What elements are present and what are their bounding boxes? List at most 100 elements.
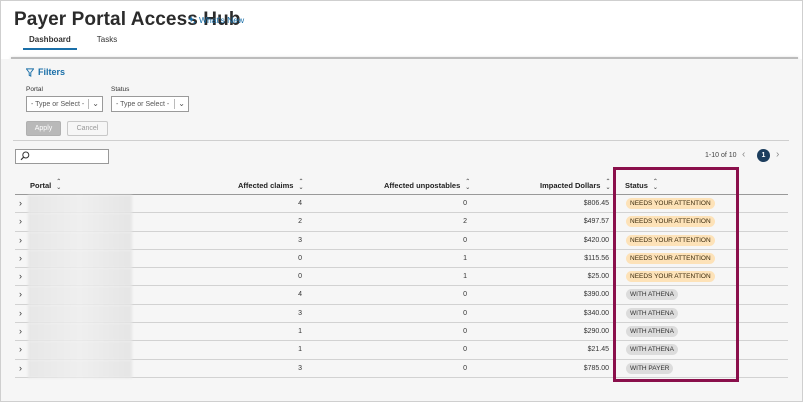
impacted-dollars-cell: $25.00 xyxy=(587,273,609,281)
cancel-button[interactable]: Cancel xyxy=(67,121,108,136)
search-input[interactable] xyxy=(15,149,109,164)
redacted-portal-name xyxy=(28,286,132,305)
chevron-right-icon[interactable]: › xyxy=(19,271,22,281)
portal-select-value: - Type or Select - xyxy=(31,100,85,108)
chevron-right-icon[interactable]: › xyxy=(19,253,22,263)
chevron-right-icon[interactable]: › xyxy=(19,344,22,354)
tab-bar: Dashboard Tasks xyxy=(23,35,123,50)
redacted-portal-name xyxy=(28,213,132,232)
affected-unpostables-cell: 0 xyxy=(463,291,467,299)
affected-unpostables-cell: 0 xyxy=(463,200,467,207)
filters-divider xyxy=(13,140,789,141)
column-header-affected-unpostables[interactable]: Affected unpostables ⌃ ⌄ xyxy=(384,179,470,191)
redacted-portal-name xyxy=(28,268,132,287)
status-badge: WITH ATHENA xyxy=(626,289,678,301)
impacted-dollars-cell: $420.00 xyxy=(583,236,609,244)
affected-unpostables-cell: 0 xyxy=(463,364,467,372)
impacted-dollars-cell: $290.00 xyxy=(583,328,609,336)
affected-unpostables-cell: 1 xyxy=(463,254,467,262)
filters-toggle[interactable]: Filters xyxy=(26,67,65,77)
whats-new-link[interactable]: What's New xyxy=(188,15,244,25)
sort-icon: ⌃ ⌄ xyxy=(605,179,611,191)
chevron-right-icon[interactable]: › xyxy=(19,235,22,245)
previous-page-button[interactable]: ‹ xyxy=(742,149,745,160)
portal-filter-label: Portal xyxy=(26,86,43,93)
impacted-dollars-cell: $785.00 xyxy=(583,364,609,372)
column-header-affected-claims[interactable]: Affected claims ⌃ ⌄ xyxy=(238,179,303,191)
impacted-dollars-cell: $497.57 xyxy=(583,218,609,226)
select-separator xyxy=(174,99,175,109)
redacted-portal-name xyxy=(28,195,132,214)
column-header-label: Portal xyxy=(30,180,52,190)
impacted-dollars-cell: $21.45 xyxy=(587,346,609,354)
current-page-button[interactable]: 1 xyxy=(757,149,770,162)
affected-claims-cell: 3 xyxy=(298,309,302,317)
table-row[interactable]: › 4 0 $390.00 WITH ATHENA xyxy=(15,286,788,305)
redacted-portal-name xyxy=(28,359,132,378)
search-icon xyxy=(20,151,30,161)
sort-icon: ⌃ ⌄ xyxy=(652,179,658,191)
status-badge: WITH ATHENA xyxy=(626,326,678,338)
chevron-right-icon[interactable]: › xyxy=(19,308,22,318)
tab-tasks[interactable]: Tasks xyxy=(91,35,123,50)
next-page-button[interactable]: › xyxy=(776,149,779,160)
select-separator xyxy=(88,99,89,109)
status-badge: NEEDS YOUR ATTENTION xyxy=(626,216,715,228)
affected-unpostables-cell: 2 xyxy=(463,218,467,226)
affected-claims-cell: 3 xyxy=(298,364,302,372)
tab-dashboard[interactable]: Dashboard xyxy=(23,35,77,50)
table-body: › 4 0 $806.45 NEEDS YOUR ATTENTION › 2 2… xyxy=(15,195,788,378)
table-row[interactable]: › 0 1 $115.56 NEEDS YOUR ATTENTION xyxy=(15,249,788,269)
table-row[interactable]: › 3 0 $420.00 NEEDS YOUR ATTENTION xyxy=(15,231,788,250)
column-header-label: Affected unpostables xyxy=(384,180,461,190)
filters-label: Filters xyxy=(38,67,66,77)
status-badge: WITH ATHENA xyxy=(626,307,678,319)
table-row[interactable]: › 1 0 $290.00 WITH ATHENA xyxy=(15,323,788,342)
apply-button[interactable]: Apply xyxy=(26,121,61,136)
sparkle-icon xyxy=(188,16,196,24)
table-row[interactable]: › 3 0 $340.00 WITH ATHENA xyxy=(15,304,788,324)
impacted-dollars-cell: $390.00 xyxy=(583,291,609,299)
dashboard-content: Filters Portal - Type or Select - ⌄ Stat… xyxy=(1,59,802,401)
column-header-status[interactable]: Status ⌃ ⌄ xyxy=(625,179,658,191)
table-row[interactable]: › 2 2 $497.57 NEEDS YOUR ATTENTION xyxy=(15,213,788,232)
table-row[interactable]: › 1 0 $21.45 WITH ATHENA xyxy=(15,341,788,360)
sort-icon: ⌃ ⌄ xyxy=(298,179,304,191)
redacted-portal-name xyxy=(28,304,132,324)
chevron-right-icon[interactable]: › xyxy=(19,216,22,226)
chevron-right-icon[interactable]: › xyxy=(19,198,22,208)
status-badge: NEEDS YOUR ATTENTION xyxy=(626,271,715,283)
status-badge: WITH ATHENA xyxy=(626,344,678,356)
status-badge: NEEDS YOUR ATTENTION xyxy=(626,252,715,264)
table-row[interactable]: › 0 1 $25.00 NEEDS YOUR ATTENTION xyxy=(15,268,788,287)
app-frame: Payer Portal Access Hub What's New Dashb… xyxy=(0,0,803,402)
table-row[interactable]: › 4 0 $806.45 NEEDS YOUR ATTENTION xyxy=(15,195,788,214)
affected-claims-cell: 4 xyxy=(298,200,302,207)
affected-claims-cell: 4 xyxy=(298,291,302,299)
column-header-impacted-dollars[interactable]: Impacted Dollars ⌃ ⌄ xyxy=(540,179,610,191)
column-header-label: Impacted Dollars xyxy=(540,180,601,190)
affected-claims-cell: 0 xyxy=(298,273,302,281)
sort-icon: ⌃ ⌄ xyxy=(56,179,62,191)
table-header: Portal ⌃ ⌄ Affected claims ⌃ ⌄ Affected un… xyxy=(15,171,788,195)
affected-claims-cell: 1 xyxy=(298,328,302,336)
affected-claims-cell: 2 xyxy=(298,218,302,226)
whats-new-label: What's New xyxy=(199,15,245,25)
portal-select[interactable]: - Type or Select - ⌄ xyxy=(26,96,103,112)
chevron-right-icon[interactable]: › xyxy=(19,326,22,336)
status-badge: NEEDS YOUR ATTENTION xyxy=(626,234,715,246)
column-header-label: Affected claims xyxy=(238,180,294,190)
redacted-portal-name xyxy=(28,341,132,360)
funnel-icon xyxy=(26,67,34,77)
sort-icon: ⌃ ⌄ xyxy=(465,179,471,191)
column-header-portal[interactable]: Portal ⌃ ⌄ xyxy=(30,179,61,191)
affected-unpostables-cell: 1 xyxy=(463,273,467,281)
affected-unpostables-cell: 0 xyxy=(463,309,467,317)
chevron-right-icon[interactable]: › xyxy=(19,363,22,373)
redacted-portal-name xyxy=(28,323,132,342)
status-select[interactable]: - Type or Select - ⌄ xyxy=(111,96,189,112)
table-row[interactable]: › 3 0 $785.00 WITH PAYER xyxy=(15,359,788,378)
chevron-right-icon[interactable]: › xyxy=(19,289,22,299)
impacted-dollars-cell: $806.45 xyxy=(583,200,609,207)
redacted-portal-name xyxy=(28,231,132,250)
